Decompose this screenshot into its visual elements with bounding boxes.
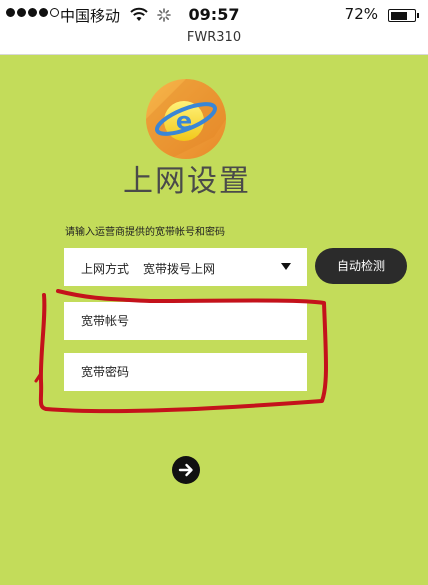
password-field-box xyxy=(64,353,307,391)
caret-down-icon xyxy=(281,263,291,270)
globe-e-logo-icon: e xyxy=(146,79,226,159)
device-model: FWR310 xyxy=(186,30,242,45)
broadband-account-input[interactable] xyxy=(64,302,307,340)
connection-type-select[interactable]: 上网方式 宽带拨号上网 xyxy=(64,248,307,286)
account-field-box xyxy=(64,302,307,340)
auto-detect-button[interactable]: 自动检测 xyxy=(315,248,407,284)
setup-panel: e 上网设置 请输入运营商提供的宽带帐号和密码 上网方式 宽带拨号上网 自动检测 xyxy=(0,55,428,585)
connection-type-value: 宽带拨号上网 xyxy=(143,262,216,276)
status-bar: 中国移动 09:57 72% xyxy=(0,0,428,30)
arrow-right-icon xyxy=(178,463,193,477)
instruction-text: 请输入运营商提供的宽带帐号和密码 xyxy=(65,227,225,238)
battery-percentage: 72% xyxy=(344,5,378,23)
next-button[interactable] xyxy=(172,456,200,484)
broadband-password-input[interactable] xyxy=(64,353,307,391)
page-title: 上网设置 xyxy=(123,164,251,199)
connection-type-label: 上网方式 xyxy=(81,262,130,276)
battery-icon xyxy=(388,9,419,22)
